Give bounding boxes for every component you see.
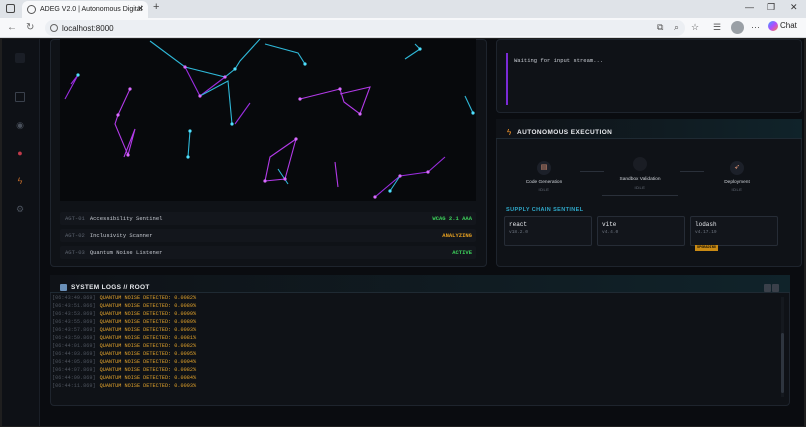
agent-status: ACTIVE — [452, 249, 472, 256]
logo-icon[interactable] — [15, 53, 25, 63]
logs-scrollbar[interactable] — [781, 297, 784, 397]
agent-name: Accessibility Sentinel — [89, 215, 163, 222]
logs-maximize-icon[interactable] — [772, 284, 779, 292]
tab-actions-icon[interactable] — [6, 4, 15, 13]
stage-label: Deployment — [724, 180, 750, 185]
system-log-list[interactable]: [06:43:49.869] QUANTUM NOISE DETECTED: 0.… — [52, 294, 786, 398]
back-icon[interactable]: ← — [7, 22, 17, 33]
site-info-icon[interactable] — [50, 24, 58, 32]
settings-icon[interactable]: ⚙ — [15, 204, 25, 214]
package-version: v4.4.0 — [602, 230, 619, 235]
package-card[interactable]: react v18.2.0 — [504, 216, 592, 246]
agent-name: Quantum Noise Listener — [89, 249, 163, 256]
zoom-icon[interactable]: ⌕ — [674, 22, 679, 33]
stage-status: IDLE — [538, 187, 550, 192]
log-line: [06:44:11.869] QUANTUM NOISE DETECTED: 0.… — [52, 383, 197, 389]
brain-icon[interactable]: ● — [15, 148, 25, 158]
package-name: vite — [602, 221, 617, 228]
tab-title: ADEG V2.0 | Autonomous Digital — [40, 6, 143, 13]
terminal-icon — [60, 284, 67, 291]
log-line: [06:43:55.869] QUANTUM NOISE DETECTED: 0.… — [52, 319, 197, 325]
close-tab-icon[interactable]: ✕ — [137, 4, 144, 13]
input-stream-text: Waiting for input stream... — [506, 53, 796, 105]
package-card[interactable]: vite v4.4.0 — [597, 216, 685, 246]
globe-icon — [27, 5, 36, 14]
log-line: [06:44:01.869] QUANTUM NOISE DETECTED: 0.… — [52, 343, 197, 349]
copilot-icon — [768, 21, 778, 31]
log-line: [06:44:03.869] QUANTUM NOISE DETECTED: 0.… — [52, 351, 197, 357]
package-name: react — [509, 221, 528, 228]
system-logs-title: SYSTEM LOGS // ROOT — [71, 284, 150, 291]
more-options-icon[interactable]: ⋯ — [751, 22, 760, 33]
agent-id: AGT-03 — [65, 249, 85, 256]
bolt-icon: ϟ — [507, 128, 512, 137]
address-bar: ← ↻ localhost:8000 ⧉ ⌕ ☆ ☰ ⋯ Chat — [0, 18, 806, 38]
log-line: [06:43:57.869] QUANTUM NOISE DETECTED: 0.… — [52, 327, 197, 333]
stage-status: IDLE — [634, 185, 646, 190]
minimize-icon[interactable]: — — [745, 2, 754, 12]
reload-icon[interactable]: ↻ — [26, 22, 34, 33]
agent-id: AGT-02 — [65, 232, 85, 239]
stage-label: Code Generation — [525, 180, 563, 185]
browser-tab[interactable]: ADEG V2.0 | Autonomous Digital ✕ — [22, 1, 148, 18]
stage-progress-track — [602, 195, 678, 196]
agent-status: WCAG 2.1 AAA — [432, 215, 472, 222]
app-viewport: ◉ ● ϟ ⚙ AGT-01 Accessibility Sentinel WC… — [2, 39, 804, 426]
sandbox-icon — [633, 157, 647, 171]
favorites-bar-icon[interactable]: ☰ — [713, 22, 721, 33]
log-line: [06:44:05.869] QUANTUM NOISE DETECTED: 0.… — [52, 359, 197, 365]
log-line: [06:43:59.869] QUANTUM NOISE DETECTED: 0.… — [52, 335, 197, 341]
log-line: [06:43:53.869] QUANTUM NOISE DETECTED: 0.… — [52, 311, 197, 317]
eye-icon[interactable]: ◉ — [15, 120, 25, 130]
package-name: lodash — [695, 221, 717, 228]
maximize-icon[interactable]: ❐ — [767, 2, 775, 13]
pipeline-connector — [680, 171, 704, 172]
log-line: [06:43:49.869] QUANTUM NOISE DETECTED: 0.… — [52, 295, 197, 301]
execution-title: AUTONOMOUS EXECUTION — [517, 129, 613, 136]
stage-status: IDLE — [731, 187, 743, 192]
agent-row[interactable]: AGT-01 Accessibility Sentinel WCAG 2.1 AA… — [60, 212, 476, 225]
package-warning-badge: UPGRADING — [695, 245, 718, 251]
log-line: [06:44:07.869] QUANTUM NOISE DETECTED: 0.… — [52, 367, 197, 373]
package-version: v4.17.19 — [695, 230, 717, 235]
browser-tab-bar: ADEG V2.0 | Autonomous Digital ✕ + — ❐ ✕ — [0, 0, 806, 18]
agent-name: Inclusivity Scanner — [89, 232, 153, 239]
agent-id: AGT-01 — [65, 215, 85, 222]
dashboard-icon[interactable] — [15, 92, 25, 102]
logs-scrollbar-thumb[interactable] — [781, 333, 784, 393]
file-code-icon: ▤ — [537, 161, 551, 175]
favorite-icon[interactable]: ☆ — [691, 22, 699, 33]
log-line: [06:44:09.869] QUANTUM NOISE DETECTED: 0.… — [52, 375, 197, 381]
bolt-icon[interactable]: ϟ — [15, 176, 25, 186]
stage-label: Sandbox Validation — [619, 177, 661, 182]
rocket-icon: ➶ — [730, 161, 744, 175]
supply-chain-title: SUPPLY CHAIN SENTINEL — [506, 207, 584, 213]
log-line: [06:43:51.866] QUANTUM NOISE DETECTED: 0.… — [52, 303, 197, 309]
agent-status: ANALYZING — [442, 232, 472, 239]
package-card[interactable]: lodash v4.17.19 UPGRADING — [690, 216, 778, 251]
new-tab-icon[interactable]: + — [153, 1, 159, 13]
sidebar: ◉ ● ϟ ⚙ — [2, 39, 40, 426]
url-input[interactable]: localhost:8000 — [45, 20, 685, 36]
system-logs-header — [50, 275, 790, 293]
package-version: v18.2.0 — [509, 230, 528, 235]
agent-row[interactable]: AGT-02 Inclusivity Scanner ANALYZING — [60, 229, 476, 242]
url-text: localhost:8000 — [62, 24, 114, 33]
window-close-icon[interactable]: ✕ — [790, 2, 798, 13]
chat-button[interactable]: Chat — [768, 21, 797, 31]
pipeline-connector — [580, 171, 604, 172]
agent-row[interactable]: AGT-03 Quantum Noise Listener ACTIVE — [60, 246, 476, 259]
translate-icon[interactable]: ⧉ — [657, 22, 663, 33]
profile-avatar[interactable] — [731, 21, 744, 34]
logs-minimize-icon[interactable] — [764, 284, 771, 292]
quantum-network-graph — [60, 39, 476, 201]
